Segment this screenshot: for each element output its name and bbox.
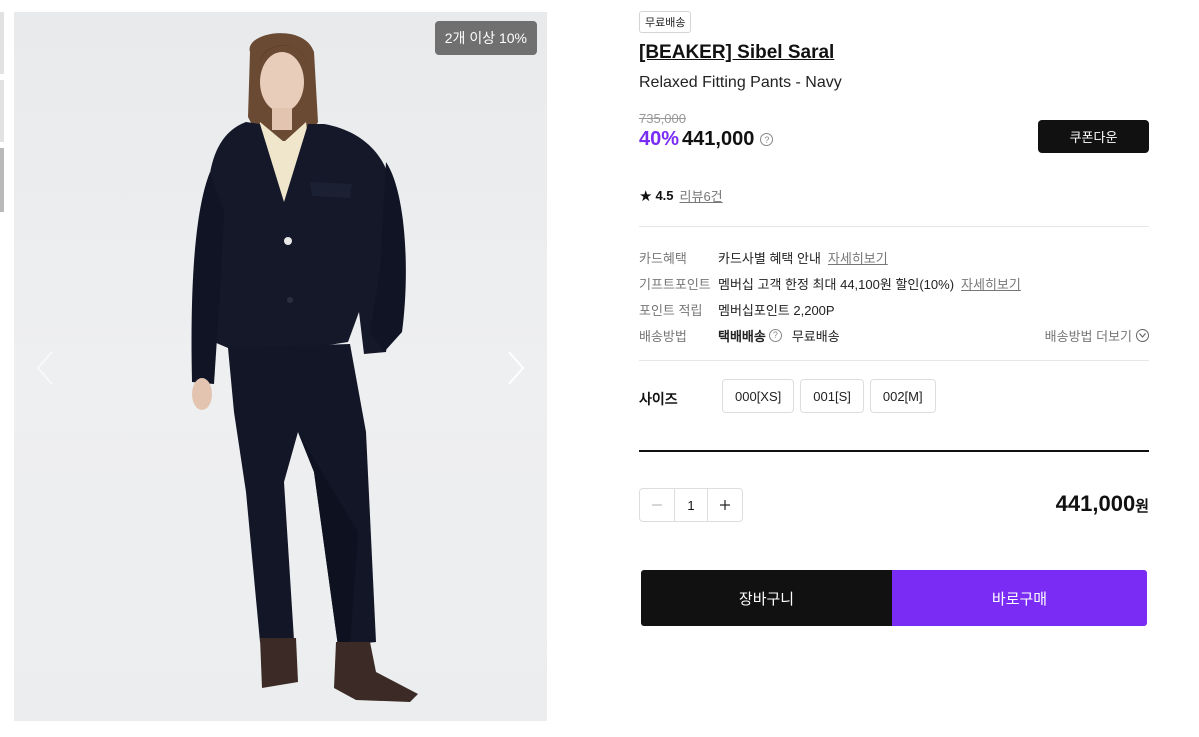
product-image-gallery: 2개 이상 10% bbox=[14, 12, 547, 721]
thumbnail[interactable] bbox=[0, 12, 4, 74]
coupon-download-button[interactable]: 쿠폰다운 bbox=[1038, 120, 1149, 153]
gift-detail-link[interactable]: 자세히보기 bbox=[961, 274, 1021, 293]
quantity-stepper: 1 bbox=[639, 488, 743, 522]
divider bbox=[639, 450, 1149, 452]
quantity-increase-button[interactable] bbox=[708, 489, 742, 521]
total-unit: 원 bbox=[1135, 498, 1149, 515]
gallery-next-button[interactable] bbox=[503, 348, 527, 388]
review-link[interactable]: 리뷰6건 bbox=[680, 186, 723, 205]
total-price: 441,000원 bbox=[1056, 491, 1149, 517]
benefit-info-table: 카드혜택 카드사별 혜택 안내 자세히보기 기프트포인트 멤버십 고객 한정 최… bbox=[639, 244, 1149, 348]
divider bbox=[639, 226, 1149, 227]
point-row: 포인트 적립 멤버십포인트 2,200P bbox=[639, 296, 1149, 322]
card-benefit-row: 카드혜택 카드사별 혜택 안내 자세히보기 bbox=[639, 244, 1149, 270]
sale-price: 441,000 bbox=[682, 128, 755, 150]
shipping-more-button[interactable]: 배송방법 더보기 bbox=[1045, 326, 1149, 345]
question-icon[interactable]: ? bbox=[768, 328, 782, 342]
size-option-s[interactable]: 001[S] bbox=[800, 379, 864, 413]
gallery-prev-button[interactable] bbox=[34, 348, 58, 388]
minus-icon bbox=[652, 504, 662, 506]
quantity-value[interactable]: 1 bbox=[674, 489, 708, 521]
shipping-fee: 무료배송 bbox=[791, 328, 840, 344]
thumbnail[interactable] bbox=[0, 148, 4, 212]
question-icon[interactable]: ? bbox=[760, 133, 774, 146]
info-value: 카드사별 혜택 안내 bbox=[718, 250, 821, 266]
info-label: 카드혜택 bbox=[639, 250, 687, 266]
gift-point-row: 기프트포인트 멤버십 고객 한정 최대 44,100원 할인(10%) 자세히보… bbox=[639, 270, 1149, 296]
original-price: 735,000 bbox=[639, 111, 686, 126]
star-icon: ★ bbox=[639, 187, 653, 205]
purchase-actions: 장바구니 바로구매 bbox=[641, 570, 1147, 626]
info-label: 기프트포인트 bbox=[639, 276, 711, 292]
size-option-m[interactable]: 002[M] bbox=[869, 379, 936, 413]
info-value: 멤버십포인트 2,200P bbox=[718, 302, 835, 318]
info-label: 배송방법 bbox=[639, 328, 687, 344]
thumbnail-strip bbox=[0, 12, 4, 218]
product-name: Relaxed Fitting Pants - Navy bbox=[639, 74, 842, 91]
buy-now-button[interactable]: 바로구매 bbox=[892, 570, 1147, 626]
size-options: 000[XS] 001[S] 002[M] bbox=[722, 379, 936, 413]
size-option-xs[interactable]: 000[XS] bbox=[722, 379, 795, 413]
discount-rate: 40% bbox=[639, 128, 680, 150]
price-row: 40% 441,000 ? bbox=[639, 128, 774, 151]
shipping-more-label: 배송방법 더보기 bbox=[1044, 328, 1132, 344]
add-to-cart-button[interactable]: 장바구니 bbox=[641, 570, 892, 626]
free-shipping-tag: 무료배송 bbox=[639, 11, 692, 33]
product-brand-link[interactable]: [BEAKER] Sibel Saral bbox=[639, 42, 834, 64]
divider bbox=[639, 360, 1149, 361]
card-detail-link[interactable]: 자세히보기 bbox=[828, 248, 888, 267]
chevron-right-icon bbox=[508, 351, 525, 385]
shipping-method: 택배배송 bbox=[718, 328, 766, 344]
plus-icon bbox=[720, 500, 730, 510]
info-label: 포인트 적립 bbox=[639, 302, 703, 318]
rating-row: ★ 4.5 리뷰6건 bbox=[639, 186, 723, 205]
chevron-down-icon bbox=[1136, 328, 1149, 342]
info-value: 멤버십 고객 한정 최대 44,100원 할인(10%) bbox=[718, 276, 955, 292]
size-label: 사이즈 bbox=[639, 391, 678, 407]
thumbnail[interactable] bbox=[0, 80, 4, 142]
shipping-row: 배송방법 택배배송 ? 무료배송 배송방법 더보기 bbox=[639, 322, 1149, 348]
total-amount: 441,000 bbox=[1055, 491, 1136, 516]
rating-value: 4.5 bbox=[655, 188, 674, 203]
chevron-left-icon bbox=[36, 351, 53, 385]
bulk-discount-badge: 2개 이상 10% bbox=[434, 21, 537, 55]
product-photo bbox=[191, 33, 418, 702]
quantity-decrease-button[interactable] bbox=[640, 489, 674, 521]
